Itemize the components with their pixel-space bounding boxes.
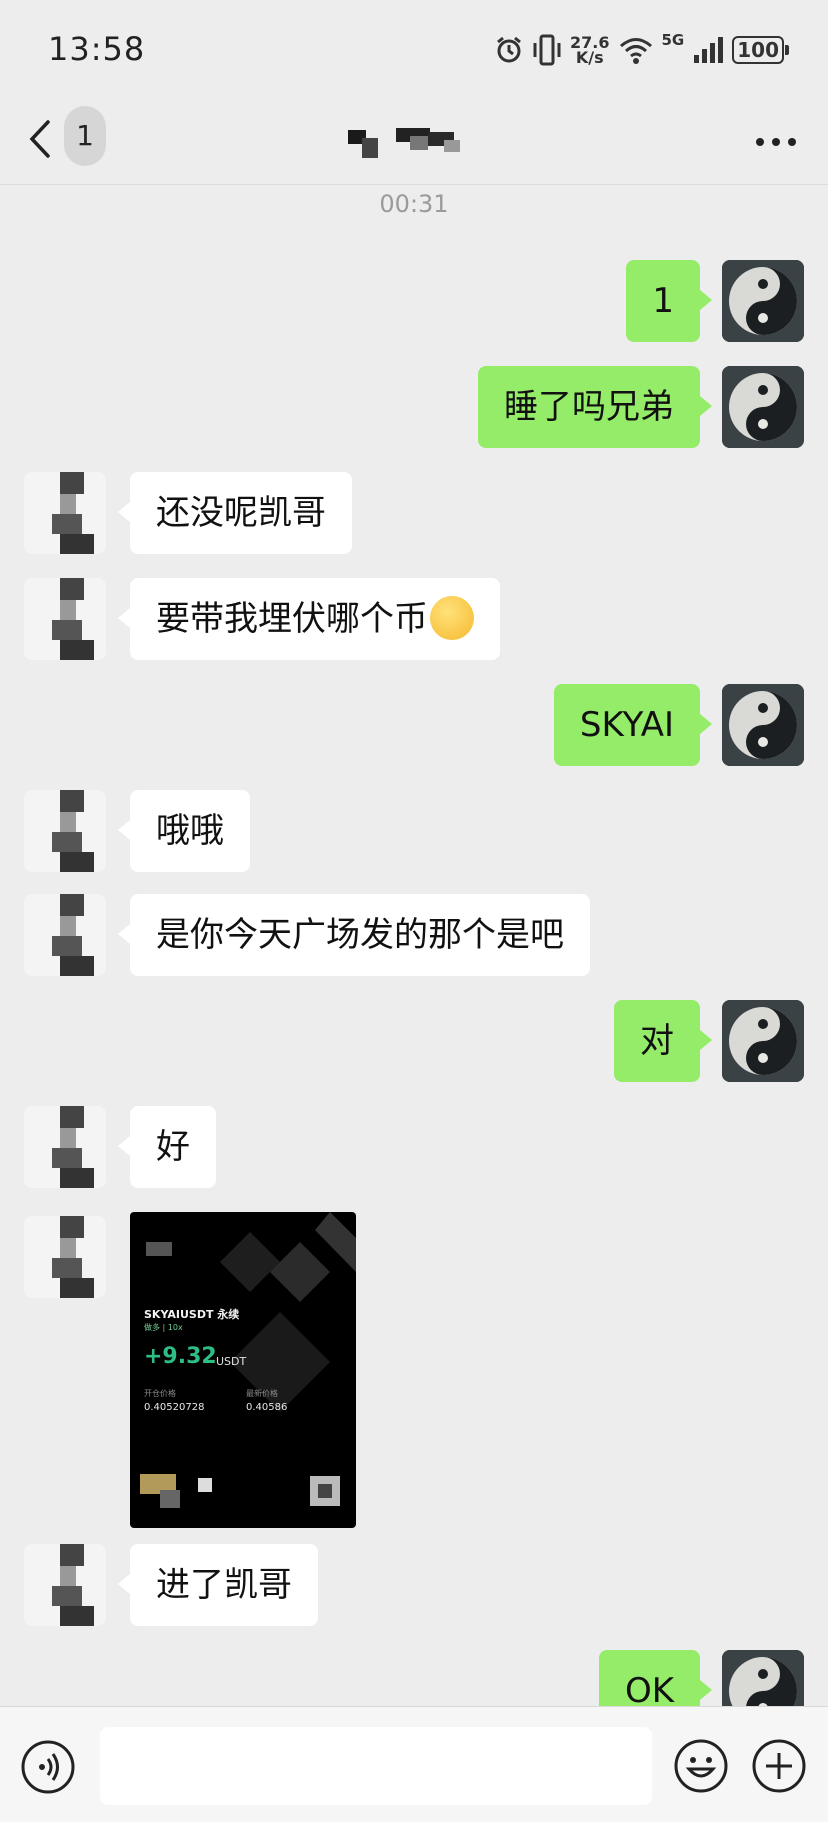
message-input-bar [0, 1706, 828, 1822]
pixelated-avatar-image [24, 790, 106, 872]
yin-yang-avatar-image [722, 260, 804, 342]
trade-screenshot-image-message[interactable]: SKYAIUSDT 永续 做多 | 10x +9.32 USDT 开仓价格 0.… [130, 1212, 356, 1528]
last-price-label: 最新价格 [246, 1389, 278, 1398]
contact-avatar-redacted[interactable] [24, 472, 106, 554]
contact-avatar-redacted[interactable] [24, 790, 106, 872]
trade-pnl-unit: USDT [216, 1355, 247, 1368]
back-arrow-icon[interactable] [22, 114, 62, 164]
yin-yang-avatar-image [722, 1000, 804, 1082]
plus-icon[interactable] [750, 1737, 808, 1795]
network-speed-unit: K/s [575, 48, 604, 67]
trade-pair-label: SKYAIUSDT 永续 [144, 1308, 240, 1321]
alarm-icon [497, 36, 521, 63]
yin-yang-avatar-image [722, 684, 804, 766]
contact-avatar-redacted[interactable] [24, 1216, 106, 1298]
my-avatar[interactable] [722, 1000, 804, 1082]
unread-count-badge[interactable]: 1 [64, 106, 106, 166]
contact-avatar-redacted[interactable] [24, 894, 106, 976]
status-bar: 13:58 27.6 K/s 5G 100 [0, 0, 828, 100]
contact-avatar-redacted[interactable] [24, 1544, 106, 1626]
face-emoji-icon [430, 595, 474, 640]
exchange-watermark-logo [140, 1212, 356, 1508]
vibrate-icon [533, 34, 561, 66]
voice-icon[interactable] [20, 1739, 76, 1795]
contact-name-redacted [348, 128, 460, 158]
contact-avatar-redacted[interactable] [24, 1106, 106, 1188]
signal-icon [694, 37, 724, 63]
status-time: 13:58 [48, 30, 146, 68]
incoming-message-bubble[interactable]: 还没呢凯哥 [118, 472, 352, 554]
chat-screen: 13:58 27.6 K/s 5G 100 1 00:31 1 睡了吗兄弟 还没… [0, 0, 828, 1822]
last-price-value: 0.40586 [246, 1402, 288, 1413]
incoming-message-bubble[interactable]: 是你今天广场发的那个是吧 [118, 894, 590, 976]
outgoing-message-bubble[interactable]: 1 [626, 260, 712, 342]
my-avatar[interactable] [722, 366, 804, 448]
network-type: 5G [661, 31, 685, 49]
incoming-message-bubble[interactable]: 进了凯哥 [118, 1544, 318, 1626]
outgoing-message-bubble[interactable]: SKYAI [553, 684, 713, 766]
chat-timestamp: 00:31 [379, 190, 449, 218]
entry-price-value: 0.40520728 [144, 1402, 205, 1413]
pixelated-avatar-image [24, 578, 106, 660]
trade-direction-label: 做多 | 10x [144, 1323, 183, 1332]
pixelated-avatar-image [24, 472, 106, 554]
message-text-input[interactable] [100, 1727, 652, 1805]
contact-avatar-redacted[interactable] [24, 578, 106, 660]
message-text: 要带我埋伏哪个币 [156, 599, 428, 639]
pixelated-avatar-image [24, 1216, 106, 1298]
incoming-message-bubble[interactable]: 哦哦 [118, 790, 250, 872]
my-avatar[interactable] [722, 260, 804, 342]
incoming-message-bubble[interactable]: 要带我埋伏哪个币 [118, 578, 500, 660]
status-icons: 27.6 K/s 5G 100 [494, 28, 789, 72]
network-speed: 27.6 K/s [570, 35, 609, 67]
pixelated-avatar-image [24, 894, 106, 976]
outgoing-message-bubble[interactable]: 睡了吗兄弟 [478, 366, 712, 448]
more-icon[interactable] [752, 122, 800, 162]
pixelated-avatar-image [24, 1544, 106, 1626]
pixelated-avatar-image [24, 1106, 106, 1188]
yin-yang-avatar-image [722, 366, 804, 448]
wifi-icon [619, 38, 652, 64]
incoming-message-bubble[interactable]: 好 [118, 1106, 216, 1188]
outgoing-message-bubble[interactable]: 对 [614, 1000, 712, 1082]
battery-indicator: 100 [732, 36, 789, 64]
chat-header: 1 [0, 100, 828, 185]
emoji-icon[interactable] [672, 1737, 730, 1795]
trade-pnl-value: +9.32 [144, 1344, 217, 1369]
entry-price-label: 开仓价格 [144, 1389, 176, 1398]
my-avatar[interactable] [722, 684, 804, 766]
